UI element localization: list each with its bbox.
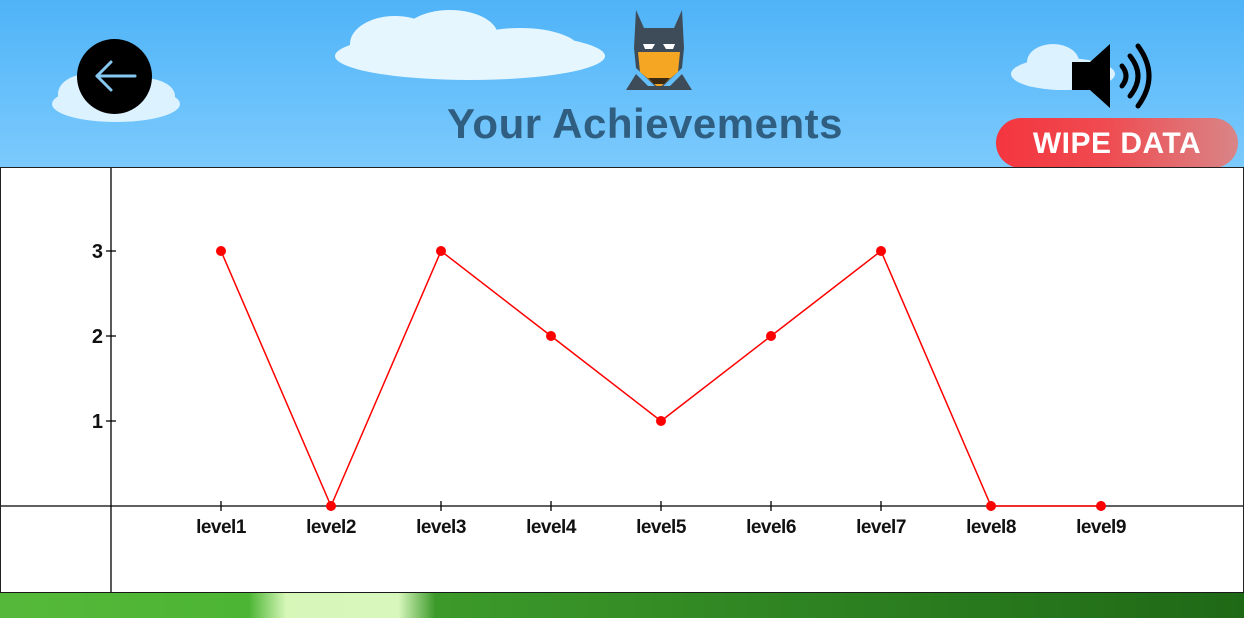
line-chart: 1 2 3 level1 level2 level3 level4 level5 level6 l…	[1, 168, 1243, 592]
x-tick-label: level5	[636, 517, 687, 538]
y-tick-label: 2	[92, 326, 103, 348]
data-point	[876, 246, 886, 256]
data-point	[546, 331, 556, 341]
x-tick-label: level6	[746, 517, 796, 538]
data-point	[1096, 501, 1106, 511]
x-tick-label: level1	[196, 517, 247, 538]
x-tick-label: level8	[966, 517, 1016, 538]
x-tick-label: level3	[416, 517, 466, 538]
data-point	[216, 246, 226, 256]
x-tick-label: level2	[306, 517, 356, 538]
x-tick-label: level4	[526, 517, 577, 538]
y-tick-label: 1	[92, 411, 103, 433]
series-line	[220, 249, 1101, 508]
data-point	[436, 246, 446, 256]
ground-decoration	[0, 592, 1244, 618]
y-tick-label: 3	[92, 241, 103, 263]
cloud-decoration	[335, 10, 605, 80]
top-bar: Your Achievements WIPE DATA	[0, 0, 1244, 168]
batman-mask-icon	[626, 10, 692, 90]
data-point	[986, 501, 996, 511]
achievements-chart: 1 2 3 level1 level2 level3 level4 level5 level6 l…	[0, 168, 1244, 592]
data-point	[656, 416, 666, 426]
data-point	[766, 331, 776, 341]
speaker-volume-icon[interactable]	[1068, 40, 1158, 112]
x-tick-label: level7	[856, 517, 906, 538]
wipe-data-button[interactable]: WIPE DATA	[996, 118, 1238, 167]
data-point	[326, 501, 336, 511]
x-tick-label: level9	[1076, 517, 1126, 538]
